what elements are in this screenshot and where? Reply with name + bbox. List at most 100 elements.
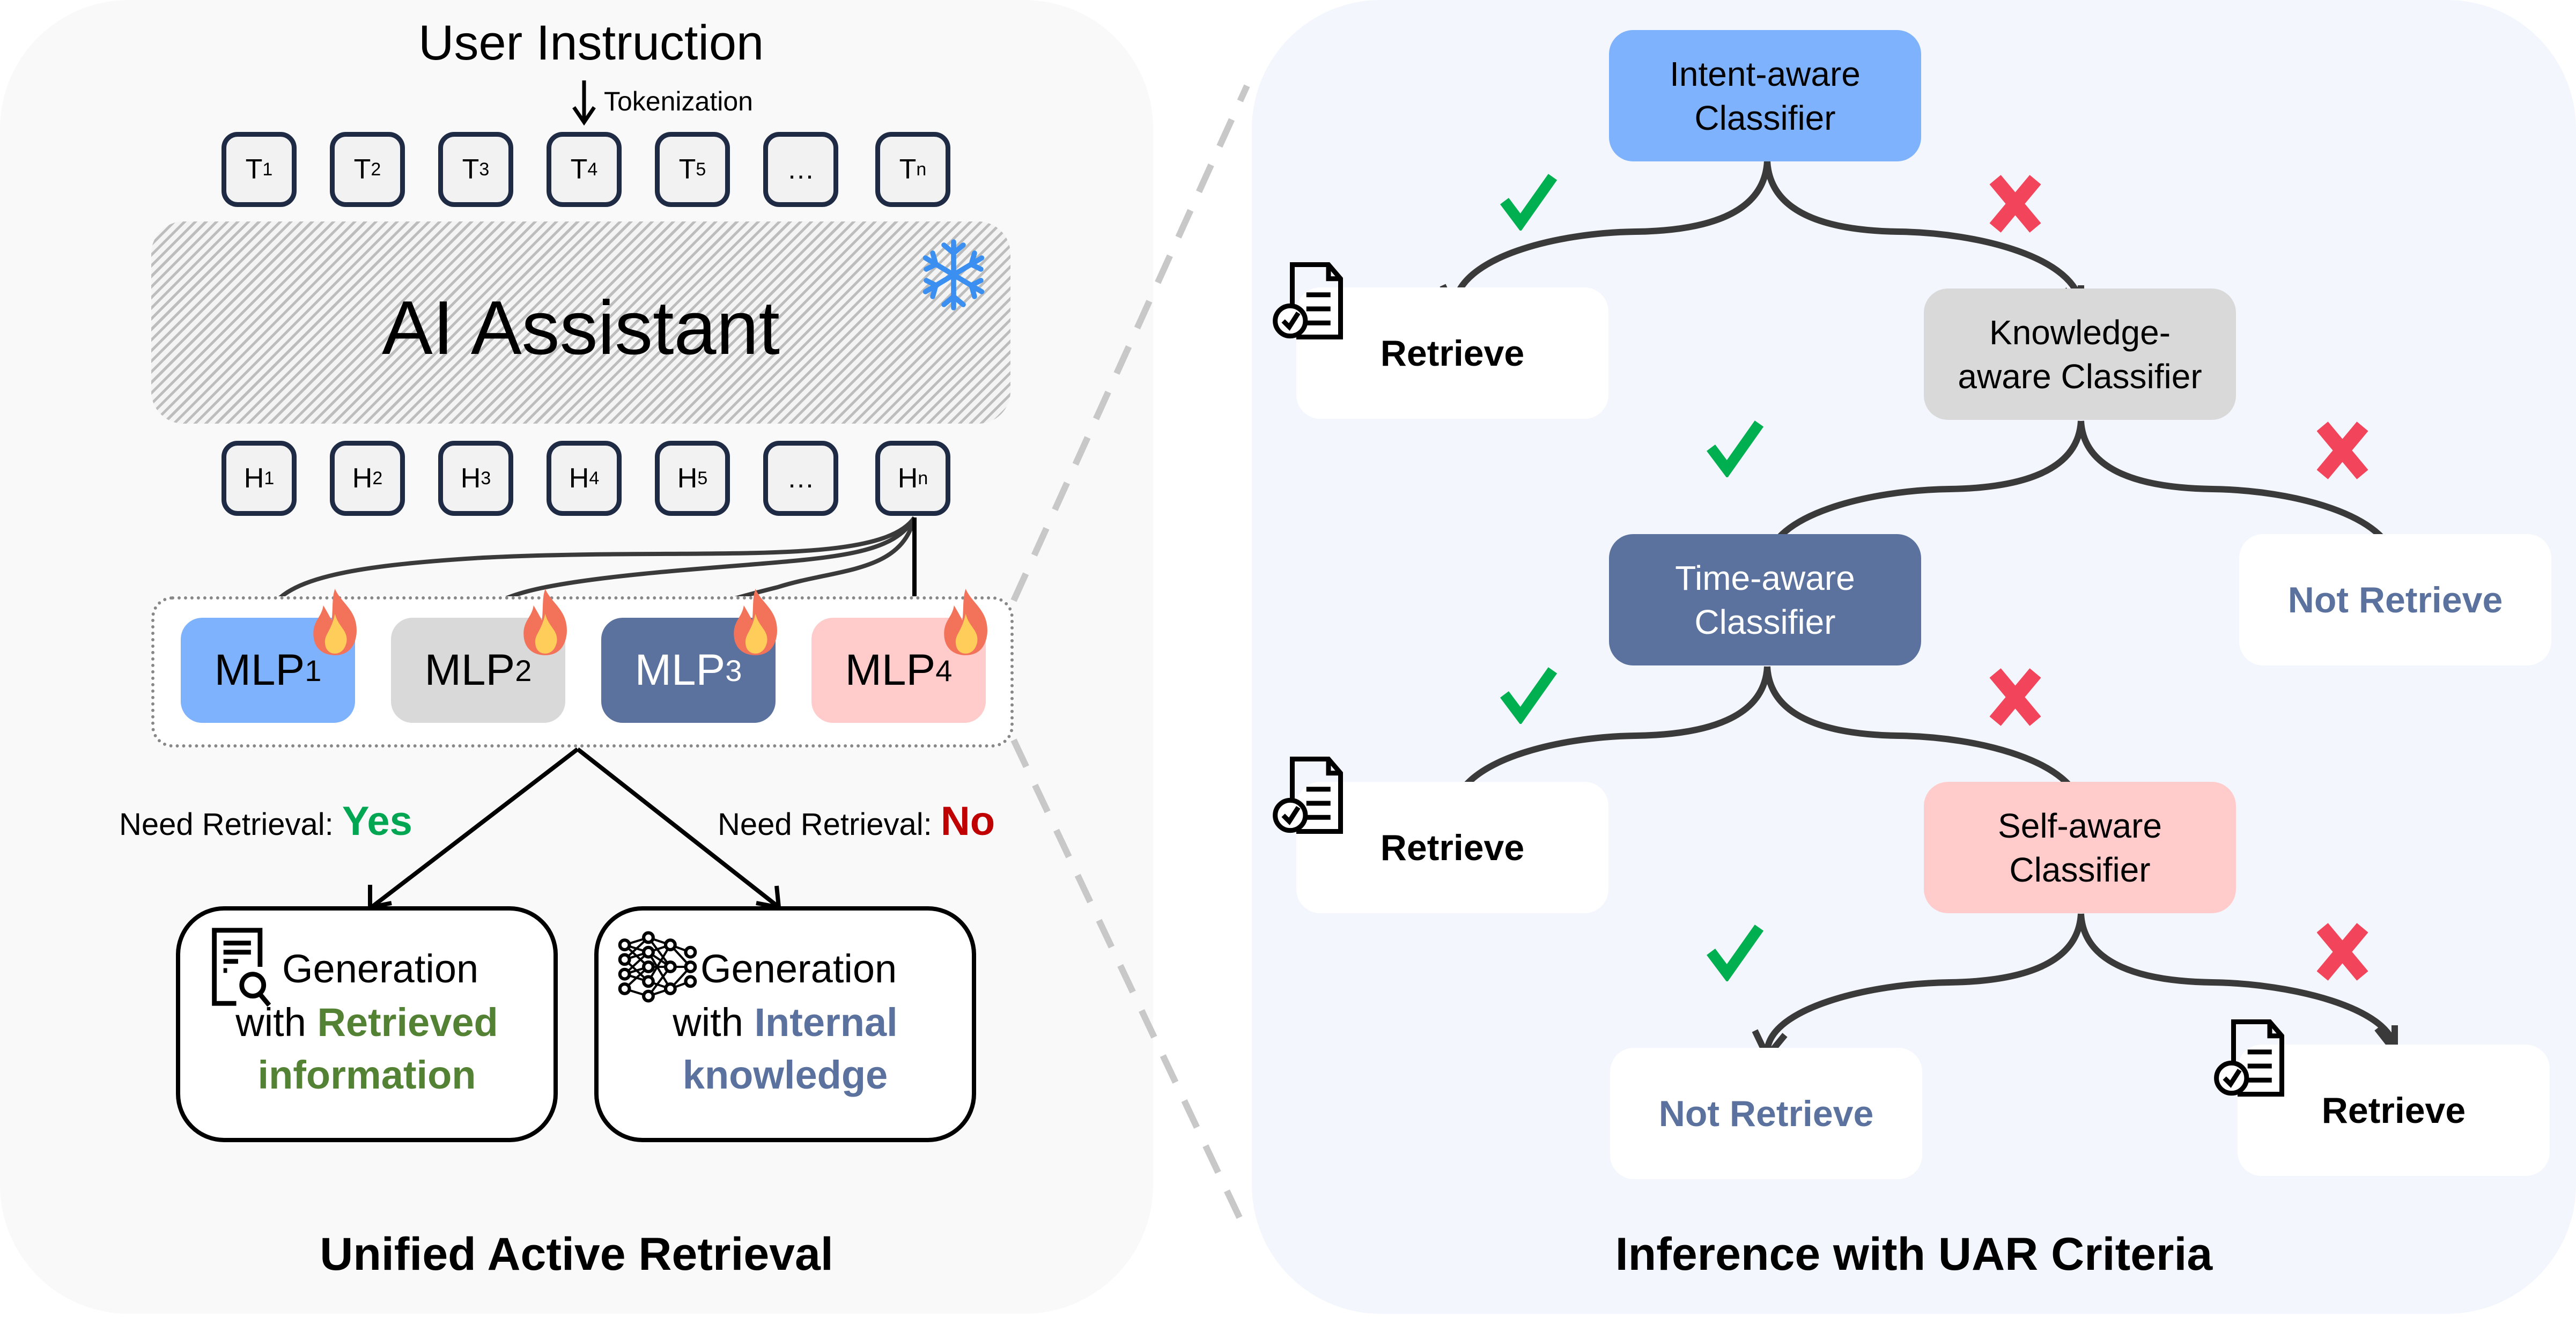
left-panel-title: Unified Active Retrieval xyxy=(320,1229,833,1280)
label-subscript: 2 xyxy=(372,468,383,489)
yes-value: Yes xyxy=(342,798,412,844)
need-retrieval-label: Need Retrieval: xyxy=(119,807,342,842)
generation-internal-box: Generation with Internal knowledge xyxy=(594,906,976,1142)
tokenization-arrow xyxy=(572,80,596,126)
leaf-node-4: Not Retrieve xyxy=(1610,1048,1922,1179)
classifier-node-3: Time-aware Classifier xyxy=(1609,534,1921,665)
classifier-line1: Knowledge- xyxy=(1989,313,2171,352)
label-base: T xyxy=(899,154,917,185)
hidden-state-box: H4 xyxy=(547,441,622,516)
classifier-line2: Classifier xyxy=(1694,98,1836,137)
hidden-state-box: … xyxy=(763,441,838,516)
hidden-state-box: Hn xyxy=(875,441,950,516)
label-subscript: 4 xyxy=(589,468,600,489)
leaf-label: Not Retrieve xyxy=(1658,1093,1874,1134)
label-base: T xyxy=(462,154,479,185)
need-retrieval-no: Need Retrieval: No xyxy=(718,798,995,845)
gen-internal-line1: Generation xyxy=(700,946,897,991)
zoom-guide-lines xyxy=(1010,84,1250,1235)
label-subscript: 1 xyxy=(264,468,275,489)
token-box: Tn xyxy=(875,132,950,207)
document-check-icon xyxy=(1273,757,1343,834)
no-value: No xyxy=(940,798,995,844)
gen-retrieved-prefix: with xyxy=(235,1000,318,1045)
classifier-line1: Self-aware xyxy=(1998,806,2162,845)
generation-retrieved-box: Generation with Retrieved information xyxy=(176,906,558,1142)
label-base: … xyxy=(787,463,815,494)
label-subscript: 3 xyxy=(725,653,742,687)
tokenization-label: Tokenization xyxy=(604,86,753,116)
label-base: … xyxy=(787,154,815,185)
document-check-icon xyxy=(1273,262,1343,339)
gen-internal-prefix: with xyxy=(673,1000,755,1045)
token-box: T3 xyxy=(438,132,513,207)
hidden-state-box: H3 xyxy=(438,441,513,516)
label-subscript: 3 xyxy=(479,159,490,180)
label-base: T xyxy=(245,154,263,185)
hidden-state-box: H1 xyxy=(222,441,297,516)
snowflake-icon xyxy=(922,239,985,310)
classifier-node-2: Knowledge-aware Classifier xyxy=(1924,288,2236,420)
classifier-line1: Intent-aware xyxy=(1670,54,1861,93)
gen-retrieved-line3: information xyxy=(257,1053,476,1097)
flame-icon xyxy=(944,589,987,655)
leaf-node-2: Not Retrieve xyxy=(2239,534,2551,665)
check-icon xyxy=(1500,174,1558,231)
flame-icon xyxy=(734,589,777,655)
cross-icon xyxy=(2317,923,2368,981)
user-instruction-label: User Instruction xyxy=(418,16,764,70)
token-box: … xyxy=(763,132,838,207)
gen-internal-line2: with Internal xyxy=(599,996,972,1049)
classifier-node-1: Intent-aware Classifier xyxy=(1609,30,1921,161)
label-subscript: 4 xyxy=(587,159,598,180)
label-base: T xyxy=(570,154,588,185)
classifier-line2: Classifier xyxy=(2009,850,2151,889)
check-icon xyxy=(1707,924,1764,981)
classifier-line2: Classifier xyxy=(1694,602,1836,641)
leaf-label: Not Retrieve xyxy=(2287,579,2503,620)
flame-icon xyxy=(313,589,357,655)
label-base: T xyxy=(353,154,371,185)
gen-retrieved-emphasis: Retrieved xyxy=(317,1000,498,1045)
need-retrieval-yes: Need Retrieval: Yes xyxy=(119,798,412,845)
gen-internal-line3: knowledge xyxy=(682,1053,888,1097)
cross-icon xyxy=(2317,421,2368,479)
token-box: T2 xyxy=(330,132,405,207)
label-subscript: 1 xyxy=(262,159,273,180)
gen-retrieved-line1: Generation xyxy=(282,946,479,991)
label-subscript: 1 xyxy=(305,653,322,687)
check-icon xyxy=(1500,667,1558,724)
label-base: H xyxy=(569,463,589,494)
label-base: MLP xyxy=(214,646,305,694)
label-base: H xyxy=(460,463,481,494)
classifier-line2: aware Classifier xyxy=(1958,357,2202,396)
label-subscript: n xyxy=(916,159,927,180)
leaf-label: Retrieve xyxy=(1380,827,1525,868)
cross-icon xyxy=(1990,175,2041,233)
cross-icon xyxy=(1990,668,2041,726)
label-base: T xyxy=(678,154,696,185)
right-panel-title: Inference with UAR Criteria xyxy=(1615,1229,2213,1280)
label-subscript: 5 xyxy=(696,159,706,180)
gen-retrieved-line2: with Retrieved xyxy=(180,996,553,1049)
label-subscript: 2 xyxy=(515,653,532,687)
label-base: H xyxy=(677,463,698,494)
token-box: T4 xyxy=(547,132,622,207)
label-subscript: 5 xyxy=(697,468,708,489)
classifier-node-4: Self-aware Classifier xyxy=(1924,782,2236,913)
leaf-label: Retrieve xyxy=(2321,1090,2466,1131)
hidden-state-box: H5 xyxy=(655,441,730,516)
classifier-line1: Time-aware xyxy=(1675,558,1855,597)
label-base: H xyxy=(243,463,264,494)
ai-assistant-label: AI Assistant xyxy=(382,285,780,371)
token-box: T5 xyxy=(655,132,730,207)
label-base: MLP xyxy=(424,646,515,694)
label-base: H xyxy=(897,463,918,494)
check-icon xyxy=(1707,420,1764,477)
flame-icon xyxy=(523,589,567,655)
label-base: MLP xyxy=(634,646,726,694)
label-base: MLP xyxy=(845,646,936,694)
need-retrieval-label: Need Retrieval: xyxy=(718,807,941,842)
hidden-state-box: H2 xyxy=(330,441,405,516)
label-subscript: n xyxy=(918,468,928,489)
